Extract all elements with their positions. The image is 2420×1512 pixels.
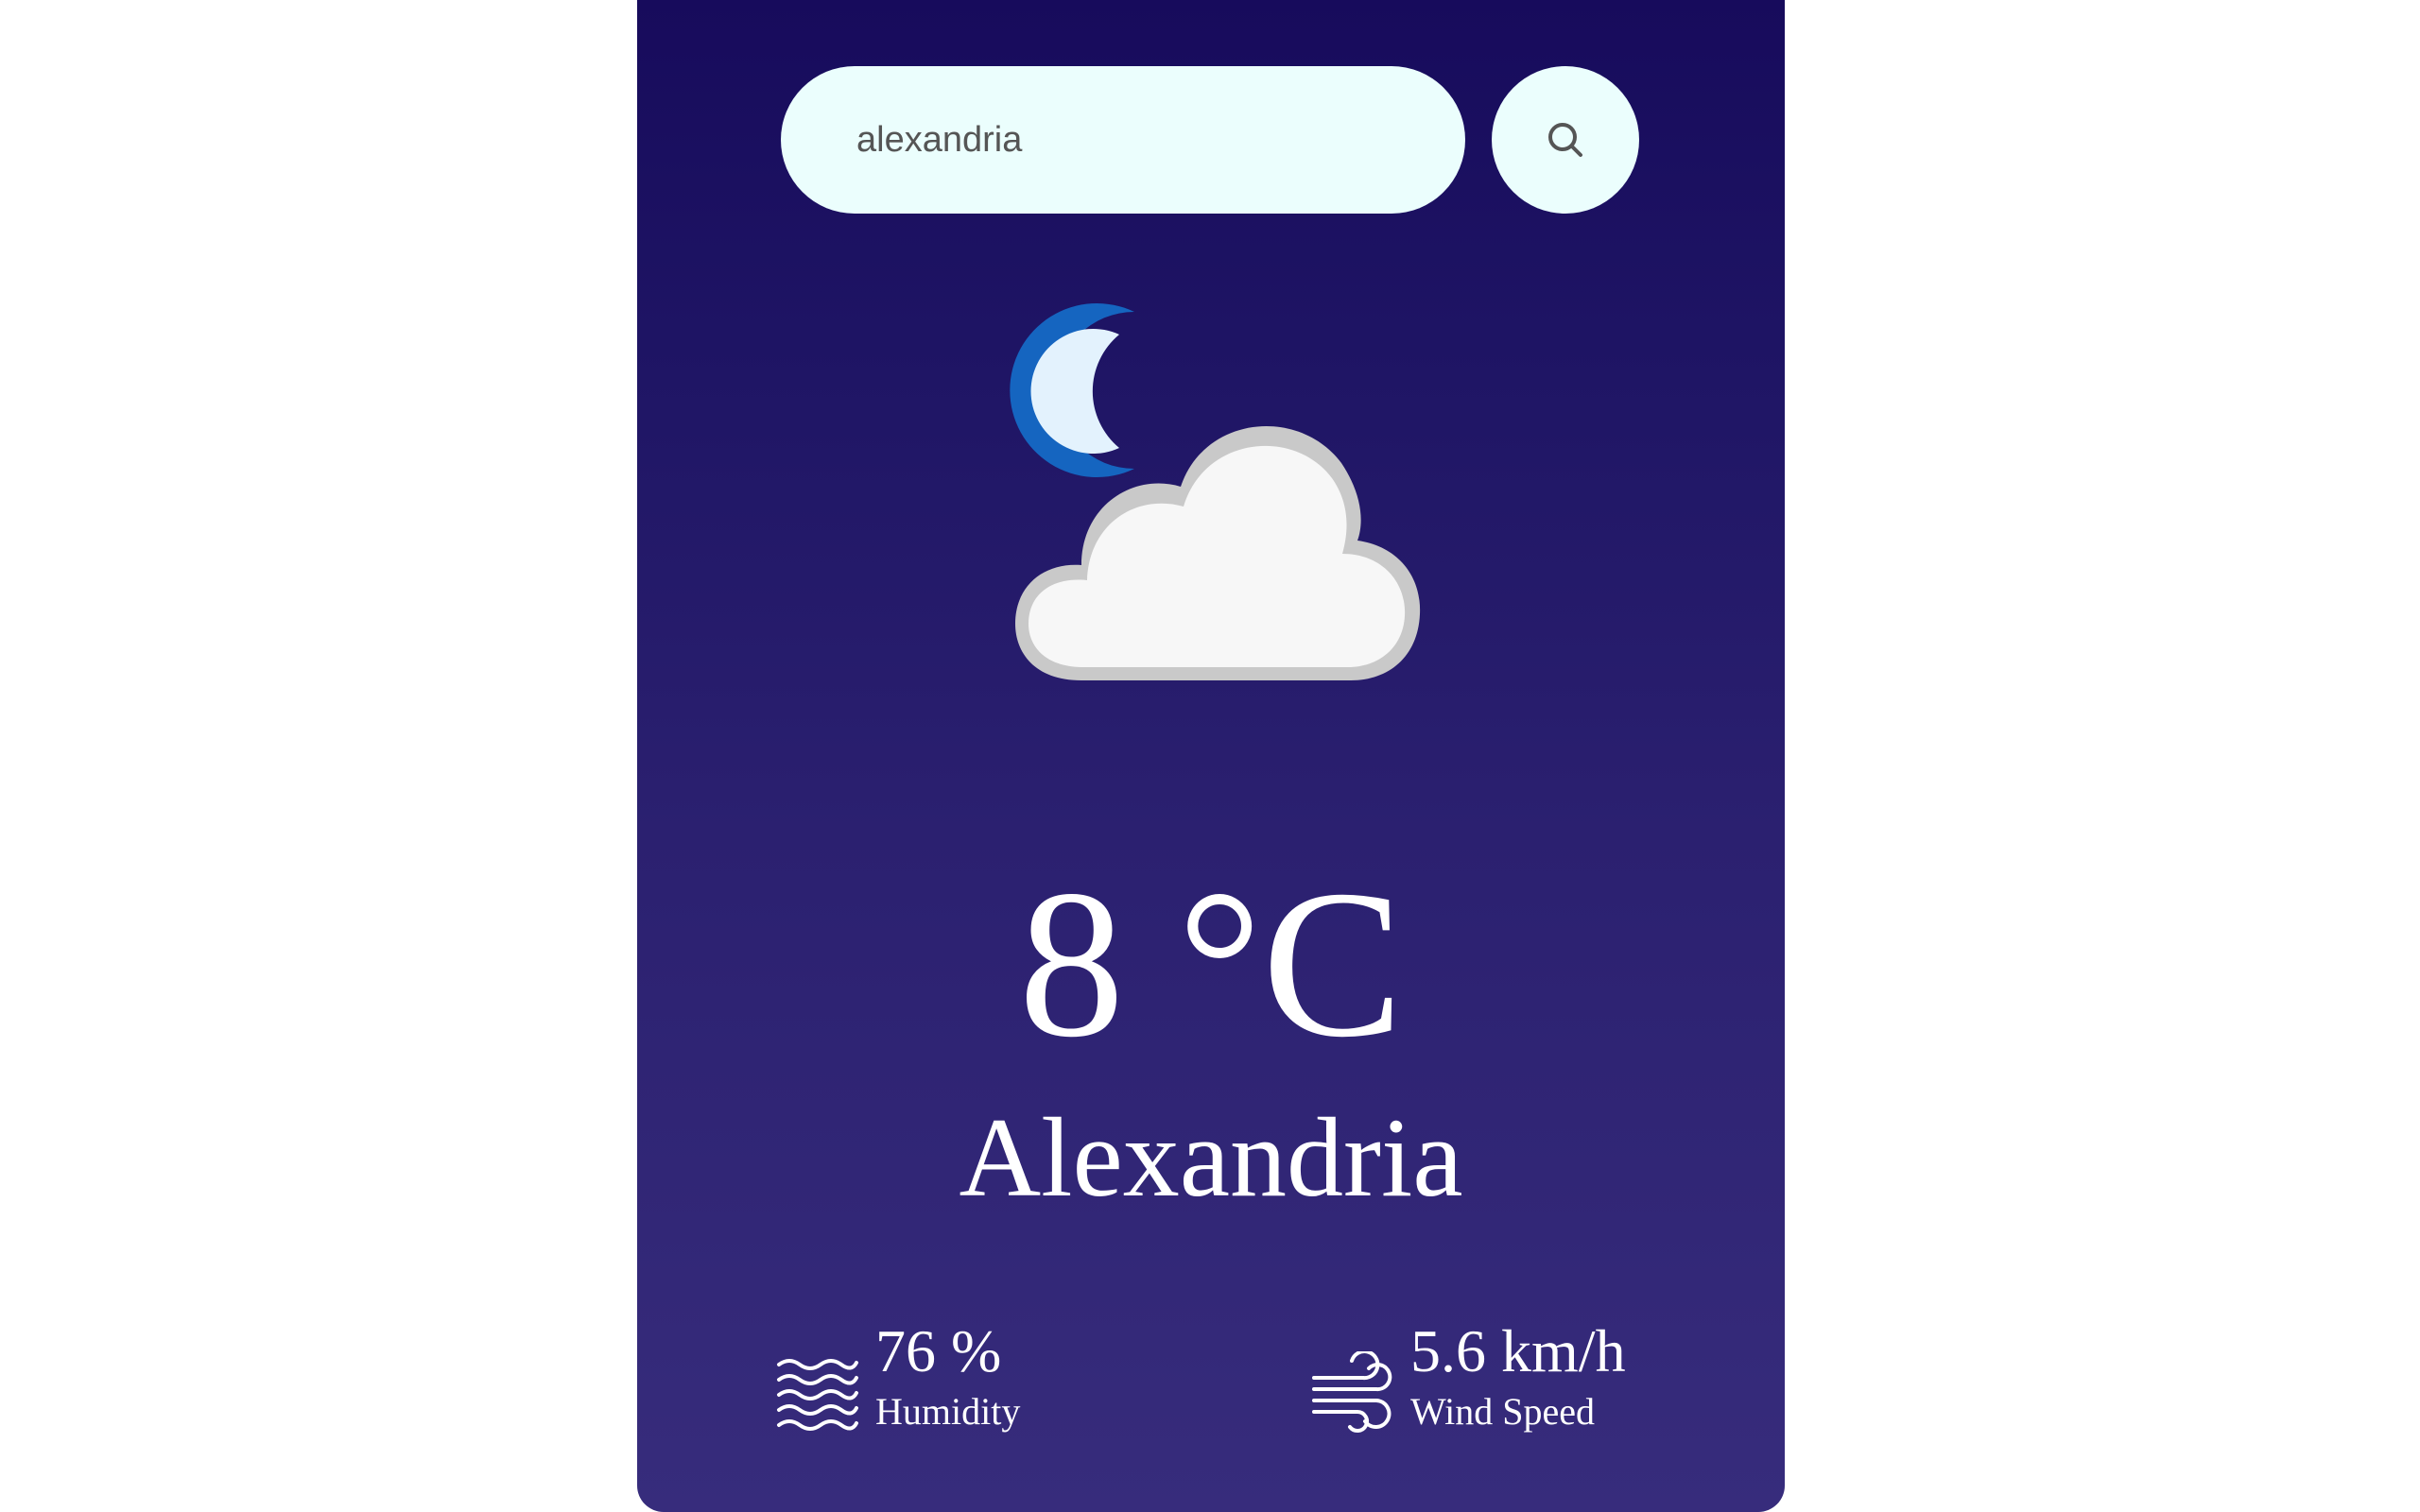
- weather-card: 8 °C Alexandria 76 % Humidity 5.6 km/h W…: [637, 0, 1785, 1512]
- city-name: Alexandria: [959, 1094, 1463, 1220]
- humidity-label: Humidity: [875, 1390, 1021, 1433]
- weather-details: 76 % Humidity 5.6 km/h Wind Speed: [637, 1314, 1785, 1446]
- search-bar: [781, 66, 1639, 214]
- search-input[interactable]: [781, 66, 1465, 214]
- wind-speed-value: 5.6 km/h: [1410, 1317, 1626, 1384]
- wind-icon: [1312, 1351, 1392, 1433]
- wind-speed-label: Wind Speed: [1410, 1390, 1596, 1433]
- temperature: 8 °C: [1018, 847, 1404, 1081]
- moon-cloud-icon: [1010, 303, 1421, 680]
- humidity-value: 76 %: [875, 1317, 1002, 1384]
- search-icon: [1548, 123, 1582, 157]
- search-button[interactable]: [1492, 66, 1639, 214]
- humidity-waves-icon: [777, 1359, 858, 1431]
